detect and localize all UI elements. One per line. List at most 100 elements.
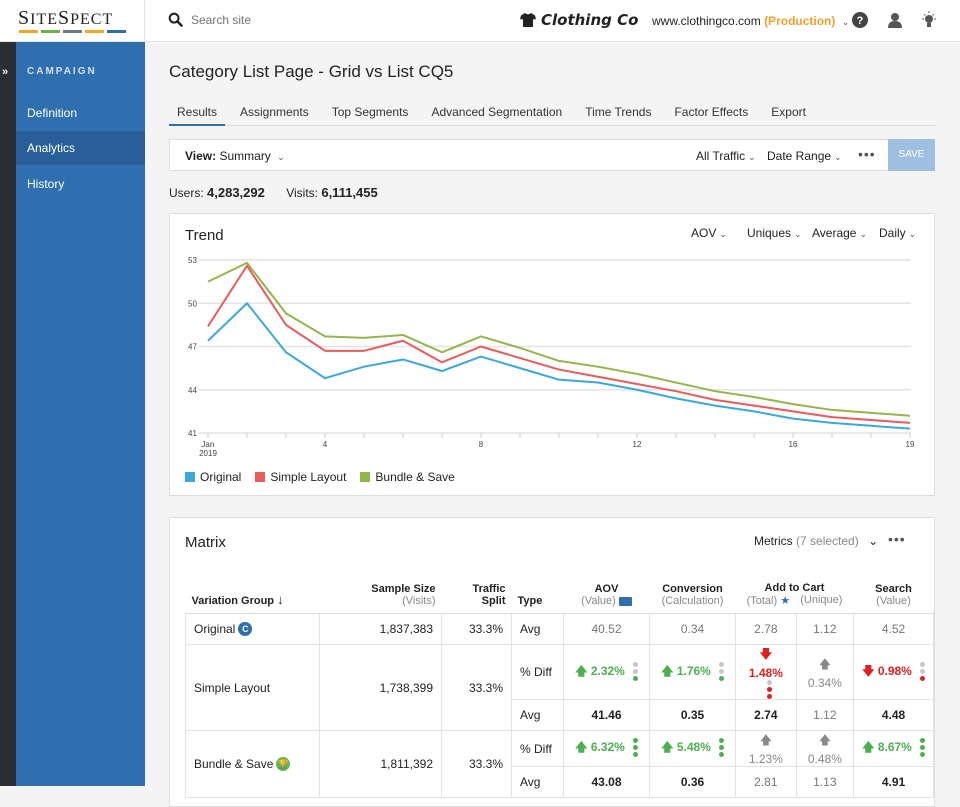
variation-name-cell[interactable]: Bundle & Save 🏆 bbox=[185, 730, 320, 798]
avg-value-cell: 0.36 bbox=[649, 766, 736, 798]
arrow-up-icon: 🡅 bbox=[575, 663, 588, 678]
legend-item-simple-layout[interactable]: Simple Layout bbox=[255, 470, 346, 484]
sidebar-item-definition[interactable]: Definition bbox=[16, 96, 145, 130]
tab-export[interactable]: Export bbox=[763, 100, 814, 126]
sitespect-logo[interactable]: SITESPECT bbox=[0, 0, 145, 42]
legend-item-original[interactable]: Original bbox=[185, 470, 241, 484]
date-range-dropdown[interactable]: Date Range ⌄ bbox=[767, 149, 842, 163]
percent-diff-cell: 🡅 5.48% bbox=[649, 730, 736, 767]
significance-dots-icon[interactable] bbox=[632, 661, 638, 681]
arrow-up-icon: 🡅 bbox=[862, 740, 875, 754]
search-icon bbox=[168, 12, 183, 27]
percent-diff-cell: 🡅 0.34% bbox=[795, 644, 855, 700]
significance-dots-icon[interactable] bbox=[632, 738, 638, 758]
site-url: www.clothingco.com bbox=[652, 14, 761, 28]
traffic-split-cell: 33.3% bbox=[441, 613, 512, 645]
avg-value-cell: 1.12 bbox=[795, 613, 855, 645]
percent-diff-cell: 🡅 1.23% bbox=[735, 730, 797, 767]
collapse-rail: » bbox=[0, 42, 16, 786]
avg-value-cell: 2.81 bbox=[735, 766, 797, 798]
save-button[interactable]: SAVE bbox=[888, 139, 935, 171]
sample-size-cell: 1,811,392 bbox=[319, 730, 442, 798]
chevron-down-icon: ⌄ bbox=[868, 534, 879, 548]
arrow-up-icon: 🡅 bbox=[575, 740, 588, 754]
traffic-label: All Traffic bbox=[696, 149, 746, 163]
significance-dots-icon[interactable] bbox=[718, 738, 724, 758]
column-header-type: Type bbox=[511, 582, 564, 614]
tab-bar: Results Assignments Top Segments Advance… bbox=[169, 100, 935, 126]
variation-name-cell[interactable]: Simple Layout bbox=[185, 644, 320, 731]
site-selector[interactable]: www.clothingco.com (Production) ⌄ bbox=[652, 14, 849, 28]
arrow-up-icon: 🡅 bbox=[818, 733, 832, 747]
significance-dots-icon[interactable] bbox=[919, 738, 925, 758]
x-tick-label: 16 bbox=[789, 440, 798, 449]
view-selector[interactable]: View: Summary ⌄ bbox=[185, 149, 285, 163]
lightbulb-icon[interactable] bbox=[920, 11, 938, 29]
legend-label: Original bbox=[200, 470, 242, 484]
column-header-variation-group[interactable]: Variation Group ↓ bbox=[185, 582, 320, 614]
percent-diff-cell: 🡅 6.32% bbox=[563, 730, 650, 767]
tab-time-trends[interactable]: Time Trends bbox=[577, 100, 659, 126]
date-range-label: Date Range bbox=[767, 149, 832, 163]
site-search[interactable] bbox=[168, 12, 391, 27]
metrics-label: Metrics bbox=[754, 534, 793, 548]
sample-size-cell: 1,837,383 bbox=[319, 613, 442, 645]
avg-value-cell: 4.91 bbox=[853, 766, 934, 798]
column-header-aov[interactable]: AOV (Value) bbox=[563, 582, 650, 614]
help-icon[interactable]: ? bbox=[851, 11, 869, 29]
traffic-dropdown[interactable]: All Traffic ⌄ bbox=[696, 149, 756, 163]
more-options-icon[interactable]: ••• bbox=[858, 146, 876, 162]
type-cell: Avg bbox=[511, 699, 564, 731]
legend-swatch bbox=[255, 472, 266, 482]
avg-value-cell: 2.74 bbox=[735, 699, 797, 731]
chevron-down-icon: ⌄ bbox=[841, 17, 850, 27]
avg-value-cell: 41.46 bbox=[563, 699, 650, 731]
site-env: (Production) bbox=[764, 14, 836, 28]
series-line-simple-layout bbox=[207, 264, 911, 424]
x-tick-label: 4 bbox=[323, 440, 328, 449]
sidebar-item-analytics[interactable]: Analytics bbox=[16, 131, 145, 165]
avg-value-cell: 4.48 bbox=[853, 699, 934, 731]
legend-swatch bbox=[185, 472, 195, 482]
chevron-down-icon: ⌄ bbox=[277, 152, 285, 162]
percent-diff-cell: 🡇 1.48% bbox=[735, 644, 797, 700]
legend-item-bundle-save[interactable]: Bundle & Save bbox=[360, 470, 455, 484]
x-tick-label: 12 bbox=[633, 440, 642, 449]
percent-diff-cell: 🡇 0.98% bbox=[853, 644, 934, 700]
users-label: Users: bbox=[169, 186, 204, 200]
brand: Clothing Co bbox=[520, 11, 638, 29]
trend-chart: 41 44 47 50 53 Jan2019 4 8 12 16 19 bbox=[188, 256, 915, 458]
search-input[interactable] bbox=[191, 12, 391, 27]
tab-factor-effects[interactable]: Factor Effects bbox=[666, 100, 756, 126]
significance-dots-icon[interactable] bbox=[767, 680, 773, 699]
column-header-search[interactable]: Search (Value) bbox=[853, 582, 934, 614]
chevron-down-icon: ⌄ bbox=[748, 152, 756, 162]
traffic-split-cell: 33.3% bbox=[441, 644, 512, 731]
column-header-sample-size[interactable]: Sample Size (Visits) bbox=[319, 582, 442, 614]
percent-diff-cell: 🡅 2.32% bbox=[563, 644, 650, 700]
significance-dots-icon[interactable] bbox=[718, 661, 724, 681]
tab-assignments[interactable]: Assignments bbox=[232, 100, 317, 126]
sidebar-item-history[interactable]: History bbox=[16, 167, 145, 201]
avg-value-cell: 4.52 bbox=[853, 613, 934, 645]
tab-top-segments[interactable]: Top Segments bbox=[324, 100, 417, 126]
tab-advanced-segmentation[interactable]: Advanced Segmentation bbox=[423, 100, 570, 126]
x-tick-sublabel: 2019 bbox=[199, 449, 217, 458]
star-icon: ★ bbox=[780, 595, 791, 607]
arrow-up-icon: 🡅 bbox=[818, 656, 832, 671]
metrics-dropdown[interactable]: Metrics (7 selected) ⌄ bbox=[754, 534, 878, 548]
chart-legend: Original Simple Layout Bundle & Save bbox=[185, 470, 455, 484]
tab-results[interactable]: Results bbox=[169, 100, 226, 126]
avg-value-cell: 0.34 bbox=[649, 613, 736, 645]
column-header-add-to-cart[interactable]: Add to Cart (Total) ★ (Unique) bbox=[735, 582, 854, 614]
expand-icon[interactable]: » bbox=[2, 66, 8, 78]
significance-dots-icon[interactable] bbox=[919, 661, 925, 681]
x-tick-label: 8 bbox=[479, 440, 484, 449]
variation-name-cell[interactable]: Original C bbox=[185, 613, 320, 645]
column-header-conversion[interactable]: Conversion (Calculation) bbox=[649, 582, 736, 614]
user-icon[interactable] bbox=[886, 11, 904, 29]
more-options-icon[interactable]: ••• bbox=[888, 531, 906, 547]
column-header-traffic-split[interactable]: Traffic Split bbox=[441, 582, 512, 614]
arrow-up-icon: 🡅 bbox=[759, 733, 773, 747]
percent-diff-cell: 🡅 8.67% bbox=[853, 730, 934, 767]
